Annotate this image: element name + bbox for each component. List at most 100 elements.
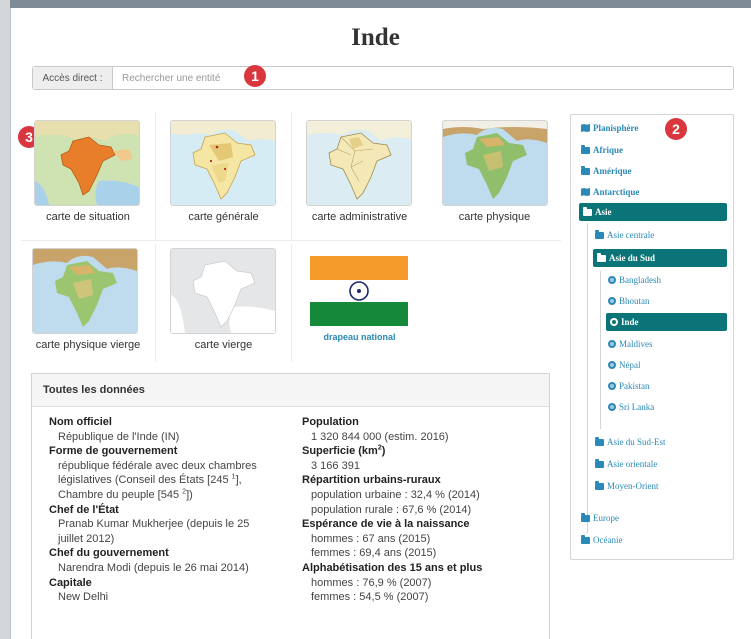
tree-item-label: Maldives <box>619 339 653 349</box>
tree-item-amerique[interactable]: Amérique <box>579 162 632 180</box>
tree-item-label: Moyen-Orient <box>607 481 659 491</box>
map-caption[interactable]: carte vierge <box>157 339 290 351</box>
tree-item-label: Inde <box>621 317 639 327</box>
map-caption[interactable]: carte générale <box>157 211 290 223</box>
urban-population-value: population urbaine : 32,4 % (2014) <box>311 488 480 501</box>
tree-item-bhoutan[interactable]: Bhoutan <box>606 292 650 310</box>
map-icon <box>581 188 590 196</box>
tree-item-asie[interactable]: Asie <box>579 203 727 221</box>
tree-item-label: Amérique <box>593 166 632 176</box>
globe-icon <box>608 340 616 348</box>
life-expectancy-label: Espérance de vie à la naissance <box>302 518 470 531</box>
gallery-divider <box>155 244 156 362</box>
area-value: 3 166 391 <box>311 459 360 472</box>
government-value: législatives (Conseil des États [245 1], <box>58 473 242 487</box>
data-column-right: Population 1 320 844 000 (estim. 2016) S… <box>302 415 542 605</box>
map-card[interactable]: carte administrative <box>293 112 426 240</box>
tree-item-asie-centrale[interactable]: Asie centrale <box>593 226 654 244</box>
map-card[interactable]: carte physique <box>428 112 561 240</box>
map-physical-blank-thumbnail[interactable] <box>32 248 138 334</box>
folder-icon <box>595 458 604 468</box>
tree-item-bangladesh[interactable]: Bangladesh <box>606 271 661 289</box>
top-border-strip <box>10 0 751 8</box>
map-card[interactable]: drapeau national <box>293 244 426 362</box>
map-card[interactable]: carte physique vierge <box>22 244 154 362</box>
folder-icon <box>581 534 590 544</box>
tree-guide-line <box>600 271 601 429</box>
globe-icon <box>608 382 616 390</box>
globe-icon <box>608 276 616 284</box>
gallery-divider <box>21 240 561 241</box>
globe-icon <box>608 297 616 305</box>
flag-caption[interactable]: drapeau national <box>293 332 426 342</box>
head-of-state-value: Pranab Kumar Mukherjee (depuis le 25 <box>58 518 250 531</box>
tree-item-nepal[interactable]: Népal <box>606 356 641 374</box>
tree-item-asie-du-sud[interactable]: Asie du Sud <box>593 249 727 267</box>
tree-item-label: Asie centrale <box>607 230 655 240</box>
government-value: Chambre du peuple [545 2]) <box>58 488 193 501</box>
folder-open-icon <box>583 206 592 216</box>
government-value: république fédérale avec deux chambres <box>58 459 257 472</box>
tree-item-label: Népal <box>619 360 641 370</box>
tree-item-label: Bangladesh <box>619 275 661 285</box>
map-situation-thumbnail[interactable] <box>34 120 140 206</box>
literacy-women: femmes : 54,5 % (2007) <box>311 591 429 604</box>
tree-item-label: Asie orientale <box>607 459 658 469</box>
literacy-men: hommes : 76,9 % (2007) <box>311 576 432 589</box>
tree-item-afrique[interactable]: Afrique <box>579 141 623 159</box>
tree-item-maldives[interactable]: Maldives <box>606 335 653 353</box>
map-administrative-thumbnail[interactable] <box>306 120 412 206</box>
search-input[interactable] <box>113 67 733 89</box>
tree-item-inde[interactable]: Inde <box>606 313 727 331</box>
map-card[interactable]: carte vierge <box>157 244 290 362</box>
map-physical-thumbnail[interactable] <box>442 120 548 206</box>
tree-item-label: Asie <box>595 207 612 217</box>
tree-item-label: Antarctique <box>593 187 640 197</box>
head-of-state-value: juillet 2012) <box>58 532 115 545</box>
callout-marker-1: 1 <box>244 65 266 87</box>
tree-item-label: Afrique <box>593 145 623 155</box>
life-expectancy-men: hommes : 67 ans (2015) <box>311 532 431 545</box>
head-of-government-label: Chef du gouvernement <box>49 547 169 560</box>
tree-item-asie-du-sud-est[interactable]: Asie du Sud-Est <box>593 433 666 451</box>
map-card[interactable]: carte de situation <box>22 112 154 240</box>
urban-rural-label: Répartition urbains-ruraux <box>302 474 441 487</box>
flag-india[interactable] <box>306 248 412 332</box>
map-caption[interactable]: carte physique <box>428 211 561 223</box>
map-caption[interactable]: carte de situation <box>22 211 154 223</box>
capital-label: Capitale <box>49 576 92 589</box>
government-label: Forme de gouvernement <box>49 445 178 458</box>
map-caption[interactable]: carte administrative <box>293 211 426 223</box>
tree-item-moyen-orient[interactable]: Moyen-Orient <box>593 477 659 495</box>
left-margin-strip <box>0 0 10 639</box>
data-column-left: Nom officiel République de l'Inde (IN) F… <box>49 415 289 605</box>
life-expectancy-women: femmes : 69,4 ans (2015) <box>311 547 437 560</box>
globe-icon <box>610 318 618 326</box>
head-of-government-value: Narendra Modi (depuis le 26 mai 2014) <box>58 561 249 574</box>
tree-item-sri-lanka[interactable]: Sri Lanka <box>606 398 654 416</box>
search-bar: Accès direct : <box>32 66 734 90</box>
map-blank-thumbnail[interactable] <box>170 248 276 334</box>
rural-population-value: population rurale : 67,6 % (2014) <box>311 503 472 516</box>
globe-icon <box>608 361 616 369</box>
globe-icon <box>608 403 616 411</box>
data-panel-heading: Toutes les données <box>32 374 549 407</box>
tree-item-label: Bhoutan <box>619 296 650 306</box>
map-card[interactable]: carte générale <box>157 112 290 240</box>
folder-icon <box>595 480 604 490</box>
tree-item-antarctique[interactable]: Antarctique <box>579 183 639 201</box>
official-name-value: République de l'Inde (IN) <box>58 430 180 443</box>
map-caption[interactable]: carte physique vierge <box>22 339 154 351</box>
tree-item-pakistan[interactable]: Pakistan <box>606 377 650 395</box>
map-general-thumbnail[interactable] <box>170 120 276 206</box>
folder-icon <box>581 144 590 154</box>
population-label: Population <box>302 416 359 428</box>
data-panel: Toutes les données Nom officiel Républiq… <box>31 373 550 639</box>
tree-item-planisphere[interactable]: Planisphère <box>579 119 638 137</box>
tree-item-europe[interactable]: Europe <box>579 509 619 527</box>
tree-item-asie-orientale[interactable]: Asie orientale <box>593 455 657 473</box>
tree-item-oceanie[interactable]: Océanie <box>579 531 622 549</box>
map-icon <box>581 124 590 132</box>
search-addon-label: Accès direct : <box>33 67 113 89</box>
page-title: Inde <box>351 24 400 51</box>
